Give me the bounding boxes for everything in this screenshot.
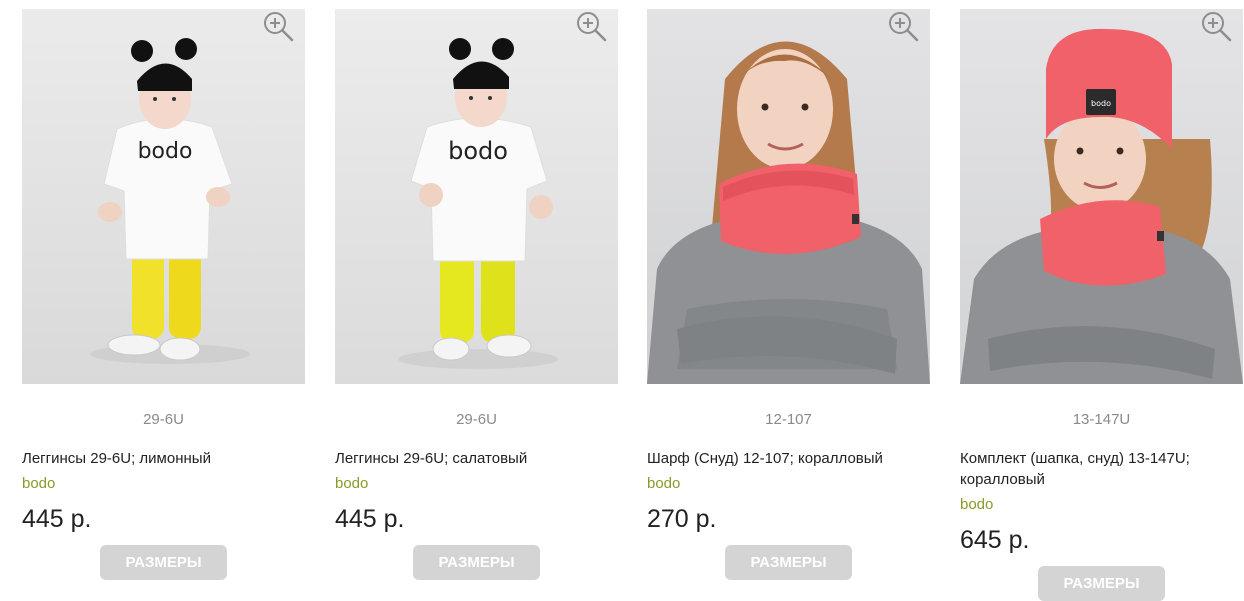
product-name[interactable]: Леггинсы 29-6U; лимонный — [22, 448, 305, 469]
product-brand[interactable]: bodo — [335, 475, 618, 493]
product-sku: 13-147U — [1072, 411, 1131, 428]
product-card: bodo 29-6U Леггинсы 29-6U; салатовый bod… — [335, 9, 618, 580]
product-price: 445 р. — [335, 505, 405, 533]
product-price: 645 р. — [960, 526, 1030, 554]
zoom-in-icon[interactable] — [886, 9, 920, 43]
product-image: bodo — [960, 9, 1243, 384]
product-name[interactable]: Шарф (Снуд) 12-107; коралловый — [647, 448, 930, 469]
sizes-button[interactable]: РАЗМЕРЫ — [1038, 566, 1165, 601]
product-image — [647, 9, 930, 384]
zoom-in-icon[interactable] — [574, 9, 608, 43]
product-card: bodo 13-147U Комплект (шапка, снуд) 13-1… — [960, 9, 1243, 601]
product-brand[interactable]: bodo — [960, 496, 1243, 514]
product-photo[interactable]: bodo — [960, 9, 1243, 384]
product-sku: 12-107 — [765, 411, 812, 428]
sizes-button[interactable]: РАЗМЕРЫ — [725, 545, 852, 580]
zoom-in-icon[interactable] — [261, 9, 295, 43]
product-image: bodo — [335, 9, 618, 384]
sizes-button[interactable]: РАЗМЕРЫ — [100, 545, 227, 580]
product-name[interactable]: Леггинсы 29-6U; салатовый — [335, 448, 618, 469]
product-price: 270 р. — [647, 505, 717, 533]
product-brand[interactable]: bodo — [22, 475, 305, 493]
product-sku: 29-6U — [456, 411, 497, 428]
product-price: 445 р. — [22, 505, 92, 533]
sizes-button[interactable]: РАЗМЕРЫ — [413, 545, 540, 580]
product-card: bodo 29-6U Леггинсы 29-6U; лимонный bodo… — [22, 9, 305, 580]
tshirt-logo: bodo — [448, 137, 508, 165]
product-grid: bodo 29-6U Леггинсы 29-6U; лимонный bodo… — [0, 0, 1244, 601]
product-sku: 29-6U — [143, 411, 184, 428]
product-photo[interactable]: bodo — [335, 9, 618, 384]
product-card: 12-107 Шарф (Снуд) 12-107; коралловый bo… — [647, 9, 930, 580]
product-photo[interactable] — [647, 9, 930, 384]
zoom-in-icon[interactable] — [1199, 9, 1233, 43]
product-photo[interactable]: bodo — [22, 9, 305, 384]
hat-label: bodo — [1091, 99, 1111, 108]
tshirt-logo: bodo — [138, 139, 193, 164]
product-name[interactable]: Комплект (шапка, снуд) 13-147U; кораллов… — [960, 448, 1243, 490]
product-image: bodo — [22, 9, 305, 384]
product-brand[interactable]: bodo — [647, 475, 930, 493]
